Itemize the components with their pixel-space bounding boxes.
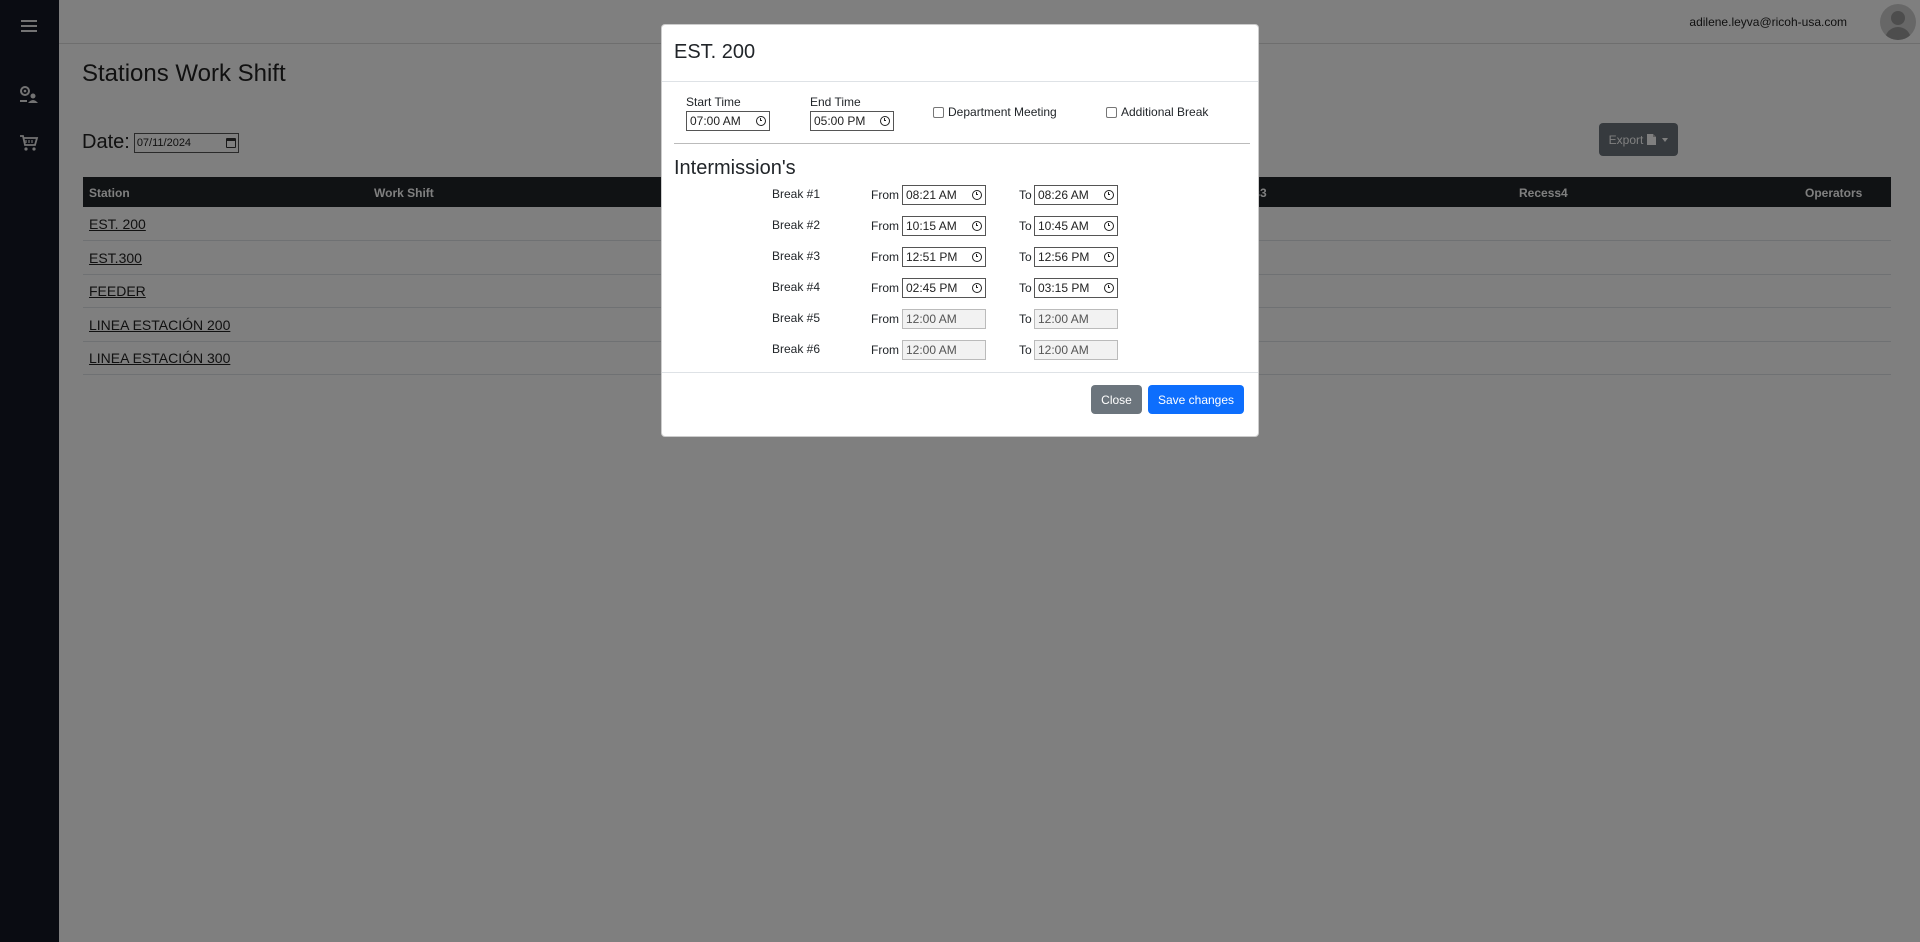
break-label: Break #2: [772, 218, 821, 232]
break-from-input[interactable]: 10:15 AM: [902, 216, 986, 236]
to-label: To: [1019, 343, 1032, 357]
additional-break-label[interactable]: Additional Break: [1121, 105, 1208, 119]
clock-icon[interactable]: [972, 190, 982, 200]
start-time-value: 07:00 AM: [690, 114, 741, 128]
section-title: Intermission's: [674, 157, 796, 179]
end-time-value: 05:00 PM: [814, 114, 866, 128]
break-label: Break #3: [772, 249, 821, 263]
break-from-value: 10:15 AM: [906, 219, 957, 233]
save-changes-button[interactable]: Save changes: [1148, 385, 1244, 414]
department-meeting-checkbox[interactable]: Department Meeting: [933, 105, 1057, 119]
to-label: To: [1019, 312, 1032, 326]
department-meeting-label[interactable]: Department Meeting: [948, 105, 1057, 119]
checkbox[interactable]: [933, 106, 944, 118]
additional-break-checkbox[interactable]: Additional Break: [1106, 105, 1208, 119]
break-from-input[interactable]: 12:51 PM: [902, 247, 986, 267]
clock-icon[interactable]: [1104, 221, 1114, 231]
break-from-input[interactable]: 12:00 AM: [902, 309, 986, 329]
start-time-input[interactable]: 07:00 AM: [686, 111, 770, 131]
from-label: From: [871, 250, 899, 264]
break-to-value: 12:00 AM: [1038, 343, 1089, 357]
to-label: To: [1019, 188, 1032, 202]
break-from-value: 02:45 PM: [906, 281, 958, 295]
break-to-value: 08:26 AM: [1038, 188, 1089, 202]
break-from-value: 12:00 AM: [906, 343, 957, 357]
break-to-input[interactable]: 12:00 AM: [1034, 309, 1118, 329]
start-time-label: Start Time: [686, 95, 741, 109]
divider: [662, 81, 1258, 82]
break-from-value: 12:51 PM: [906, 250, 958, 264]
break-to-value: 10:45 AM: [1038, 219, 1089, 233]
break-to-value: 12:00 AM: [1038, 312, 1089, 326]
to-label: To: [1019, 281, 1032, 295]
to-label: To: [1019, 219, 1032, 233]
break-label: Break #6: [772, 342, 821, 356]
modal-title: EST. 200: [674, 41, 756, 63]
break-to-input[interactable]: 08:26 AM: [1034, 185, 1118, 205]
break-to-input[interactable]: 10:45 AM: [1034, 216, 1118, 236]
break-from-value: 08:21 AM: [906, 188, 957, 202]
clock-icon[interactable]: [972, 283, 982, 293]
end-time-input[interactable]: 05:00 PM: [810, 111, 894, 131]
clock-icon[interactable]: [1104, 283, 1114, 293]
break-to-value: 12:56 PM: [1038, 250, 1090, 264]
close-button[interactable]: Close: [1091, 385, 1142, 414]
to-label: To: [1019, 250, 1032, 264]
break-to-input[interactable]: 03:15 PM: [1034, 278, 1118, 298]
from-label: From: [871, 312, 899, 326]
break-from-input[interactable]: 08:21 AM: [902, 185, 986, 205]
clock-icon[interactable]: [972, 221, 982, 231]
break-to-input[interactable]: 12:56 PM: [1034, 247, 1118, 267]
break-label: Break #1: [772, 187, 821, 201]
from-label: From: [871, 343, 899, 357]
clock-icon[interactable]: [1104, 190, 1114, 200]
clock-icon[interactable]: [972, 252, 982, 262]
break-label: Break #5: [772, 311, 821, 325]
break-label: Break #4: [772, 280, 821, 294]
break-from-input[interactable]: 12:00 AM: [902, 340, 986, 360]
divider: [662, 372, 1258, 373]
from-label: From: [871, 219, 899, 233]
clock-icon[interactable]: [880, 116, 890, 126]
divider: [674, 143, 1250, 144]
checkbox[interactable]: [1106, 106, 1117, 118]
from-label: From: [871, 281, 899, 295]
end-time-label: End Time: [810, 95, 861, 109]
break-from-value: 12:00 AM: [906, 312, 957, 326]
break-from-input[interactable]: 02:45 PM: [902, 278, 986, 298]
clock-icon[interactable]: [756, 116, 766, 126]
from-label: From: [871, 188, 899, 202]
shift-modal: EST. 200 Start Time 07:00 AM End Time 05…: [661, 24, 1259, 437]
break-to-value: 03:15 PM: [1038, 281, 1090, 295]
clock-icon[interactable]: [1104, 252, 1114, 262]
break-to-input[interactable]: 12:00 AM: [1034, 340, 1118, 360]
